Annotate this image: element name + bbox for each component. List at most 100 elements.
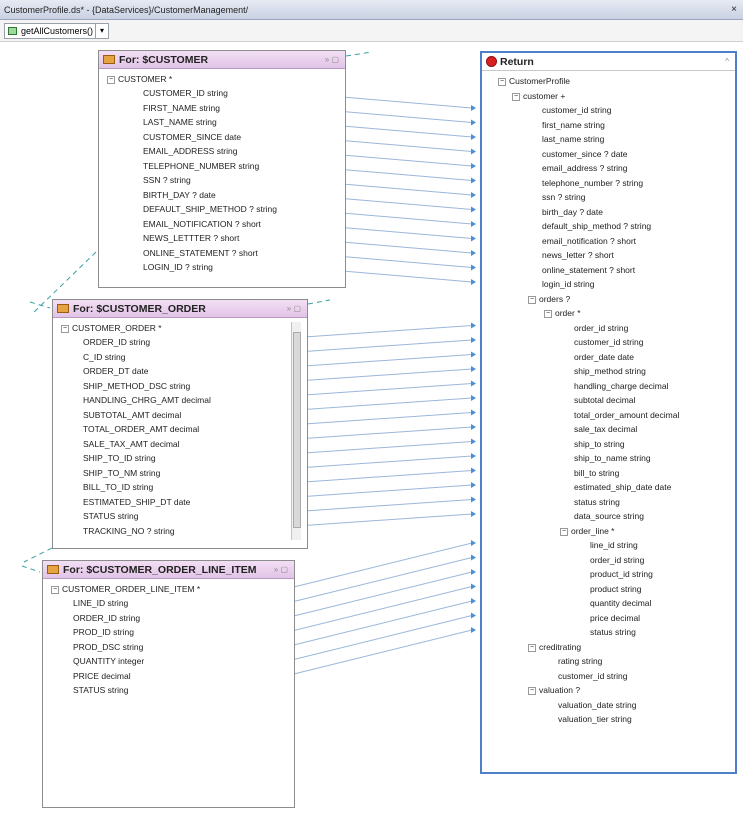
customer-source-box[interactable]: For: $CUSTOMER » ▢ − CUSTOMER * CUSTOMER_… xyxy=(98,50,346,288)
return-field[interactable]: rating string xyxy=(558,655,602,667)
source-field[interactable]: TELEPHONE_NUMBER string xyxy=(143,160,259,172)
source-field[interactable]: ORDER_ID string xyxy=(83,336,150,348)
collapse-icon[interactable]: − xyxy=(544,310,552,318)
source-field[interactable]: CUSTOMER_SINCE date xyxy=(143,131,241,143)
mapping-canvas[interactable]: For: $CUSTOMER » ▢ − CUSTOMER * CUSTOMER_… xyxy=(0,42,743,814)
collapse-icon[interactable]: − xyxy=(107,76,115,84)
collapse-icon[interactable]: − xyxy=(528,643,536,652)
return-box[interactable]: Return ^ − CustomerProfile − customer + cust… xyxy=(480,51,737,774)
source-field[interactable]: PROD_ID string xyxy=(73,626,134,638)
source-field[interactable]: EMAIL_ADDRESS string xyxy=(143,145,237,157)
collapse-icon[interactable]: − xyxy=(528,687,536,695)
return-field[interactable]: ship_to_name string xyxy=(574,452,651,464)
order-box-header[interactable]: For: $CUSTOMER_ORDER » ▢ xyxy=(53,300,307,318)
return-field[interactable]: customer_id string xyxy=(574,336,643,348)
return-profile[interactable]: − CustomerProfile xyxy=(498,75,570,87)
source-field[interactable]: ONLINE_STATEMENT ? short xyxy=(143,247,258,259)
return-field[interactable]: subtotal decimal xyxy=(574,394,635,406)
collapse-icon[interactable]: − xyxy=(61,325,69,333)
return-field[interactable]: ship_method string xyxy=(574,365,646,377)
collapse-icon[interactable]: − xyxy=(51,586,59,594)
source-field[interactable]: SALE_TAX_AMT decimal xyxy=(83,438,180,450)
source-field[interactable]: SHIP_TO_ID string xyxy=(83,452,156,464)
box-controls-icon[interactable]: » ▢ xyxy=(325,51,339,69)
return-creditrating[interactable]: − creditrating xyxy=(528,641,581,653)
return-field[interactable]: order_id string xyxy=(574,322,628,334)
order-scrollbar[interactable] xyxy=(291,322,301,540)
source-field[interactable]: BIRTH_DAY ? date xyxy=(143,189,216,201)
return-field[interactable]: estimated_ship_date date xyxy=(574,481,671,493)
return-customer[interactable]: − customer + xyxy=(512,90,565,102)
return-field[interactable]: sale_tax decimal xyxy=(574,423,637,435)
function-selector-button[interactable]: getAllCustomers() xyxy=(4,23,99,39)
collapse-icon[interactable]: − xyxy=(512,92,520,101)
return-field[interactable]: online_statement ? short xyxy=(542,264,635,276)
source-field[interactable]: NEWS_LETTTER ? short xyxy=(143,232,239,244)
return-field[interactable]: customer_id string xyxy=(542,104,611,116)
box-controls-icon[interactable]: » ▢ xyxy=(274,561,288,579)
return-field[interactable]: login_id string xyxy=(542,278,594,290)
source-field[interactable]: ORDER_DT date xyxy=(83,365,149,377)
return-field[interactable]: status string xyxy=(590,626,636,638)
source-field[interactable]: SHIP_TO_NM string xyxy=(83,467,160,479)
return-field[interactable]: total_order_amount decimal xyxy=(574,409,679,421)
return-field[interactable]: first_name string xyxy=(542,119,605,131)
return-field[interactable]: bill_to string xyxy=(574,467,619,479)
source-field[interactable]: QUANTITY integer xyxy=(73,655,144,667)
source-field[interactable]: EMAIL_NOTIFICATION ? short xyxy=(143,218,261,230)
order-root[interactable]: − CUSTOMER_ORDER * xyxy=(61,322,162,334)
source-field[interactable]: PROD_DSC string xyxy=(73,641,143,653)
customer-order-source-box[interactable]: For: $CUSTOMER_ORDER » ▢ − CUSTOMER_ORDER… xyxy=(52,299,308,549)
source-field[interactable]: SUBTOTAL_AMT decimal xyxy=(83,409,181,421)
source-field[interactable]: ESTIMATED_SHIP_DT date xyxy=(83,496,190,508)
return-field[interactable]: telephone_number ? string xyxy=(542,177,643,189)
return-field[interactable]: default_ship_method ? string xyxy=(542,220,651,232)
collapse-icon[interactable]: − xyxy=(528,295,536,304)
line-item-source-box[interactable]: For: $CUSTOMER_ORDER_LINE_ITEM » ▢ − CUST… xyxy=(42,560,295,808)
chevron-down-icon[interactable]: ▾ xyxy=(95,23,109,39)
return-field[interactable]: last_name string xyxy=(542,133,604,145)
return-field[interactable]: price decimal xyxy=(590,612,640,624)
return-box-header[interactable]: Return ^ xyxy=(482,53,735,71)
return-orders[interactable]: − orders ? xyxy=(528,293,570,305)
customer-box-header[interactable]: For: $CUSTOMER » ▢ xyxy=(99,51,345,69)
return-field[interactable]: ship_to string xyxy=(574,438,625,450)
return-field[interactable]: order_id string xyxy=(590,554,644,566)
scroll-thumb[interactable] xyxy=(293,332,301,528)
source-field[interactable]: LOGIN_ID ? string xyxy=(143,261,213,273)
return-field[interactable]: handling_charge decimal xyxy=(574,380,669,392)
source-field[interactable]: SHIP_METHOD_DSC string xyxy=(83,380,190,392)
source-field[interactable]: STATUS string xyxy=(83,510,138,522)
source-field[interactable]: C_ID string xyxy=(83,351,126,363)
return-field[interactable]: valuation_date string xyxy=(558,699,636,711)
source-field[interactable]: FIRST_NAME string xyxy=(143,102,220,114)
return-field[interactable]: order_date date xyxy=(574,351,634,363)
source-field[interactable]: CUSTOMER_ID string xyxy=(143,87,228,99)
source-field[interactable]: DEFAULT_SHIP_METHOD ? string xyxy=(143,203,277,215)
return-field[interactable]: valuation_tier string xyxy=(558,713,632,725)
line-item-box-header[interactable]: For: $CUSTOMER_ORDER_LINE_ITEM » ▢ xyxy=(43,561,294,579)
return-field[interactable]: product string xyxy=(590,583,642,595)
source-field[interactable]: BILL_TO_ID string xyxy=(83,481,153,493)
return-order-line[interactable]: − order_line * xyxy=(560,525,614,537)
source-field[interactable]: TOTAL_ORDER_AMT decimal xyxy=(83,423,199,435)
return-field[interactable]: product_id string xyxy=(590,568,653,580)
box-controls-icon[interactable]: » ▢ xyxy=(287,300,301,318)
source-field[interactable]: LINE_ID string xyxy=(73,597,128,609)
customer-root[interactable]: − CUSTOMER * xyxy=(107,73,172,85)
return-field[interactable]: birth_day ? date xyxy=(542,206,603,218)
return-field[interactable]: quantity decimal xyxy=(590,597,651,609)
return-field[interactable]: ssn ? string xyxy=(542,191,585,203)
line-item-root[interactable]: − CUSTOMER_ORDER_LINE_ITEM * xyxy=(51,583,200,595)
source-field[interactable]: PRICE decimal xyxy=(73,670,131,682)
collapse-chevron-icon[interactable]: ^ xyxy=(725,53,729,71)
source-field[interactable]: TRACKING_NO ? string xyxy=(83,525,175,537)
collapse-icon[interactable]: − xyxy=(498,78,506,86)
return-field[interactable]: email_address ? string xyxy=(542,162,628,174)
source-field[interactable]: SSN ? string xyxy=(143,174,191,186)
return-field[interactable]: data_source string xyxy=(574,510,644,522)
return-field[interactable]: news_letter ? short xyxy=(542,249,614,261)
return-order[interactable]: − order * xyxy=(544,307,581,319)
source-field[interactable]: ORDER_ID string xyxy=(73,612,140,624)
return-field[interactable]: customer_id string xyxy=(558,670,627,682)
